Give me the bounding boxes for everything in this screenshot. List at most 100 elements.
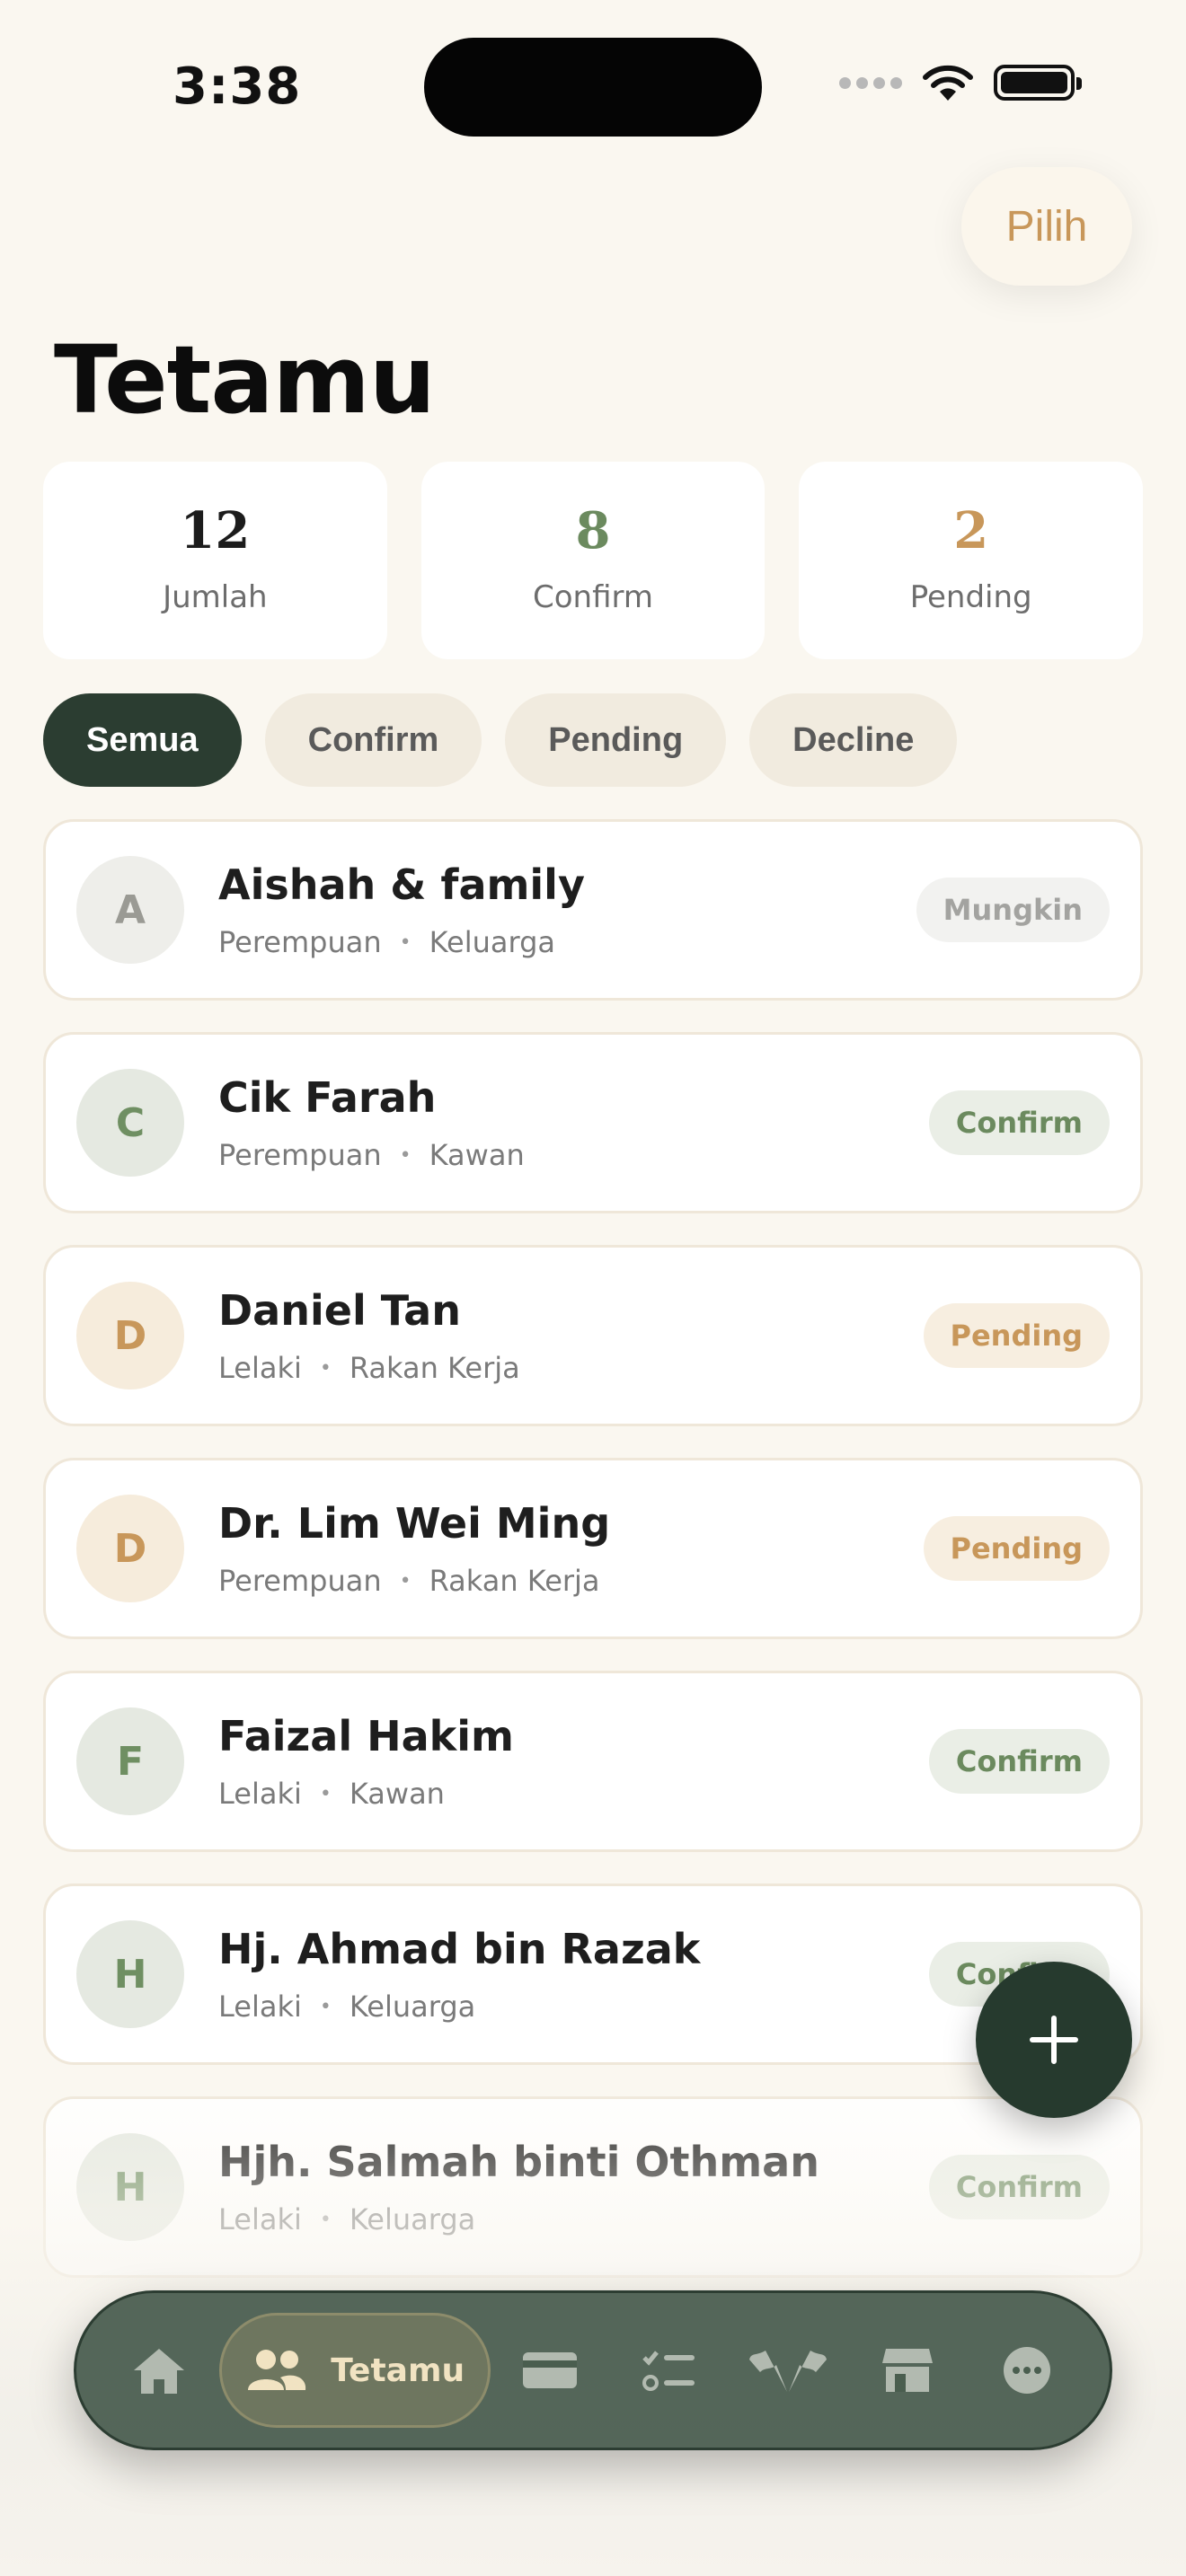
add-guest-button[interactable] [976, 1962, 1132, 2118]
tab-store[interactable] [848, 2313, 968, 2428]
avatar: D [76, 1495, 184, 1602]
guest-gender: Perempuan [218, 1564, 382, 1598]
filter-chip-pending[interactable]: Pending [505, 693, 727, 787]
home-icon [130, 2343, 188, 2397]
guest-gender: Lelaki [218, 1777, 302, 1811]
status-badge: Confirm [928, 1090, 1110, 1155]
guest-info: Hj. Ahmad bin Razak Lelaki • Keluarga [218, 1925, 929, 2024]
guest-info: Faizal Hakim Lelaki • Kawan [218, 1712, 929, 1811]
avatar: D [76, 1282, 184, 1389]
guest-name: Cik Farah [218, 1073, 437, 1122]
guest-meta: Perempuan • Keluarga [218, 925, 916, 959]
checklist-icon [641, 2347, 698, 2394]
stat-label: Pending [909, 579, 1032, 615]
stat-label: Jumlah [163, 579, 268, 615]
wifi-icon [923, 65, 973, 101]
stat-label: Confirm [533, 579, 654, 615]
tab-checklist[interactable] [609, 2313, 729, 2428]
guest-screen: 3:38 Pilih Tetamu 12 Jumlah 8 Confirm 2 Pendi… [0, 0, 1186, 2576]
bottom-tab-bar: Tetamu [74, 2290, 1112, 2450]
filter-chip-confirm[interactable]: Confirm [264, 693, 482, 787]
avatar: C [76, 1069, 184, 1177]
tab-home[interactable] [100, 2313, 219, 2428]
guest-name: Daniel Tan [218, 1286, 461, 1335]
flags-icon [748, 2345, 828, 2395]
guest-meta: Perempuan • Kawan [218, 1138, 929, 1172]
guest-card[interactable]: A Aishah & family Perempuan • Keluarga Mungki… [43, 819, 1143, 1001]
tab-more[interactable] [967, 2313, 1086, 2428]
card-icon [521, 2349, 579, 2392]
guest-card[interactable]: F Faizal Hakim Lelaki • Kawan Confirm [43, 1671, 1143, 1852]
stat-card-jumlah: 12 Jumlah [43, 462, 387, 659]
signal-icon [839, 76, 902, 89]
guest-name: Dr. Lim Wei Ming [218, 1499, 611, 1548]
guest-group: Rakan Kerja [429, 1564, 600, 1598]
filter-chip-semua[interactable]: Semua [43, 693, 242, 787]
guest-name: Hjh. Salmah binti Othman [218, 2138, 819, 2186]
select-button[interactable]: Pilih [961, 167, 1132, 286]
tab-people[interactable]: Tetamu [218, 2313, 491, 2428]
filter-chips: Semua Confirm Pending Decline [43, 693, 958, 787]
guest-info: Dr. Lim Wei Ming Perempuan • Rakan Kerja [218, 1499, 924, 1598]
stat-card-pending: 2 Pending [799, 462, 1144, 659]
status-badge: Confirm [928, 1729, 1110, 1794]
stats-row: 12 Jumlah 8 Confirm 2 Pending [43, 462, 1144, 659]
guest-card[interactable]: C Cik Farah Perempuan • Kawan Confirm [43, 1032, 1143, 1213]
guest-gender: Perempuan [218, 1138, 382, 1172]
stat-card-confirm: 8 Confirm [420, 462, 766, 659]
guest-meta: Lelaki • Rakan Kerja [218, 1351, 924, 1385]
guest-card[interactable]: D Dr. Lim Wei Ming Perempuan • Rakan Kerja Pe… [43, 1458, 1143, 1639]
separator-dot: • [319, 2208, 332, 2231]
guest-group: Kawan [429, 1138, 525, 1172]
guest-group: Keluarga [349, 1989, 476, 2024]
separator-dot: • [399, 1143, 412, 1167]
avatar: H [76, 2133, 184, 2241]
guest-group: Kawan [349, 1777, 445, 1811]
dynamic-island [424, 38, 762, 137]
status-icons [839, 63, 1082, 102]
separator-dot: • [399, 1569, 412, 1592]
status-badge: Pending [923, 1516, 1110, 1581]
guest-gender: Lelaki [218, 1989, 302, 2024]
status-badge: Confirm [928, 2155, 1110, 2219]
guest-name: Faizal Hakim [218, 1712, 514, 1760]
page-title: Tetamu [54, 325, 436, 435]
separator-dot: • [319, 1356, 332, 1380]
status-badge: Mungkin [916, 878, 1110, 942]
guest-meta: Lelaki • Kawan [218, 1777, 929, 1811]
separator-dot: • [399, 931, 412, 954]
tab-flags[interactable] [729, 2313, 848, 2428]
plus-icon [1030, 2016, 1078, 2064]
filter-chip-decline[interactable]: Decline [749, 693, 958, 787]
guest-card[interactable]: H Hjh. Salmah binti Othman Lelaki • Keluarga… [43, 2096, 1143, 2278]
store-icon [881, 2345, 934, 2395]
stat-value: 8 [575, 501, 611, 560]
guest-info: Daniel Tan Lelaki • Rakan Kerja [218, 1286, 924, 1385]
tab-card[interactable] [491, 2313, 610, 2428]
separator-dot: • [319, 1782, 332, 1805]
guest-info: Hjh. Salmah binti Othman Lelaki • Keluarga [218, 2138, 929, 2236]
guest-meta: Lelaki • Keluarga [218, 2202, 929, 2236]
avatar: H [76, 1920, 184, 2028]
guest-gender: Perempuan [218, 925, 382, 959]
avatar: A [76, 856, 184, 964]
separator-dot: • [319, 1995, 332, 2018]
guest-group: Keluarga [429, 925, 555, 959]
stat-value: 2 [953, 501, 989, 560]
more-icon [1002, 2345, 1052, 2395]
guest-card[interactable]: D Daniel Tan Lelaki • Rakan Kerja Pending [43, 1245, 1143, 1426]
guest-gender: Lelaki [218, 2202, 302, 2236]
guest-name: Aishah & family [218, 860, 585, 909]
battery-icon [994, 65, 1082, 101]
guest-list: A Aishah & family Perempuan • Keluarga Mungki… [43, 819, 1143, 2309]
status-time: 3:38 [173, 57, 302, 116]
guest-meta: Lelaki • Keluarga [218, 1989, 929, 2024]
status-badge: Pending [923, 1303, 1110, 1368]
guest-name: Hj. Ahmad bin Razak [218, 1925, 701, 1973]
people-icon [244, 2345, 309, 2395]
stat-value: 12 [180, 501, 251, 560]
guest-gender: Lelaki [218, 1351, 302, 1385]
guest-group: Keluarga [349, 2202, 476, 2236]
guest-info: Aishah & family Perempuan • Keluarga [218, 860, 916, 959]
guest-group: Rakan Kerja [349, 1351, 520, 1385]
